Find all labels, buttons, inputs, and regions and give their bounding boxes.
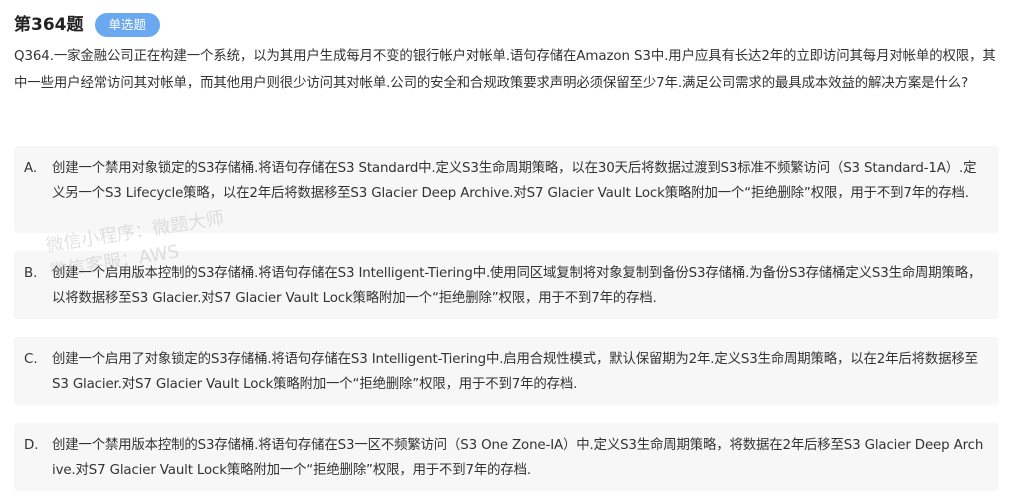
option-b[interactable]: B. 创建一个启用版本控制的S3存储桶.将语句存储在S3 Intelligent… — [14, 251, 999, 319]
option-text: 创建一个禁用对象锁定的S3存储桶.将语句存储在S3 Standard中.定义S3… — [52, 161, 977, 201]
question-number: 第364题 — [14, 15, 84, 35]
question-page: 第364题 单选题 Q364.一家金融公司正在构建一个系统，以为其用户生成每月不… — [0, 0, 1010, 498]
option-text: 创建一个启用版本控制的S3存储桶.将语句存储在S3 Intelligent-Ti… — [52, 266, 982, 306]
option-d[interactable]: D. 创建一个禁用版本控制的S3存储桶.将语句存储在S3一区不频繁访问（S3 O… — [14, 423, 999, 491]
option-a[interactable]: A. 创建一个禁用对象锁定的S3存储桶.将语句存储在S3 Standard中.定… — [14, 146, 999, 233]
option-letter: D. — [24, 438, 39, 453]
question-type-badge: 单选题 — [94, 13, 161, 37]
option-c[interactable]: C. 创建一个启用了对象锁定的S3存储桶.将语句存储在S3 Intelligen… — [14, 337, 999, 405]
option-letter: C. — [24, 352, 38, 367]
question-header: 第364题 单选题 — [14, 12, 161, 38]
option-letter: B. — [24, 266, 38, 281]
question-stem: Q364.一家金融公司正在构建一个系统，以为其用户生成每月不变的银行帐户对帐单.… — [14, 49, 996, 91]
option-letter: A. — [24, 161, 38, 176]
option-text: 创建一个启用了对象锁定的S3存储桶.将语句存储在S3 Intelligent-T… — [52, 352, 978, 392]
option-text: 创建一个禁用版本控制的S3存储桶.将语句存储在S3一区不频繁访问（S3 One … — [52, 438, 984, 478]
